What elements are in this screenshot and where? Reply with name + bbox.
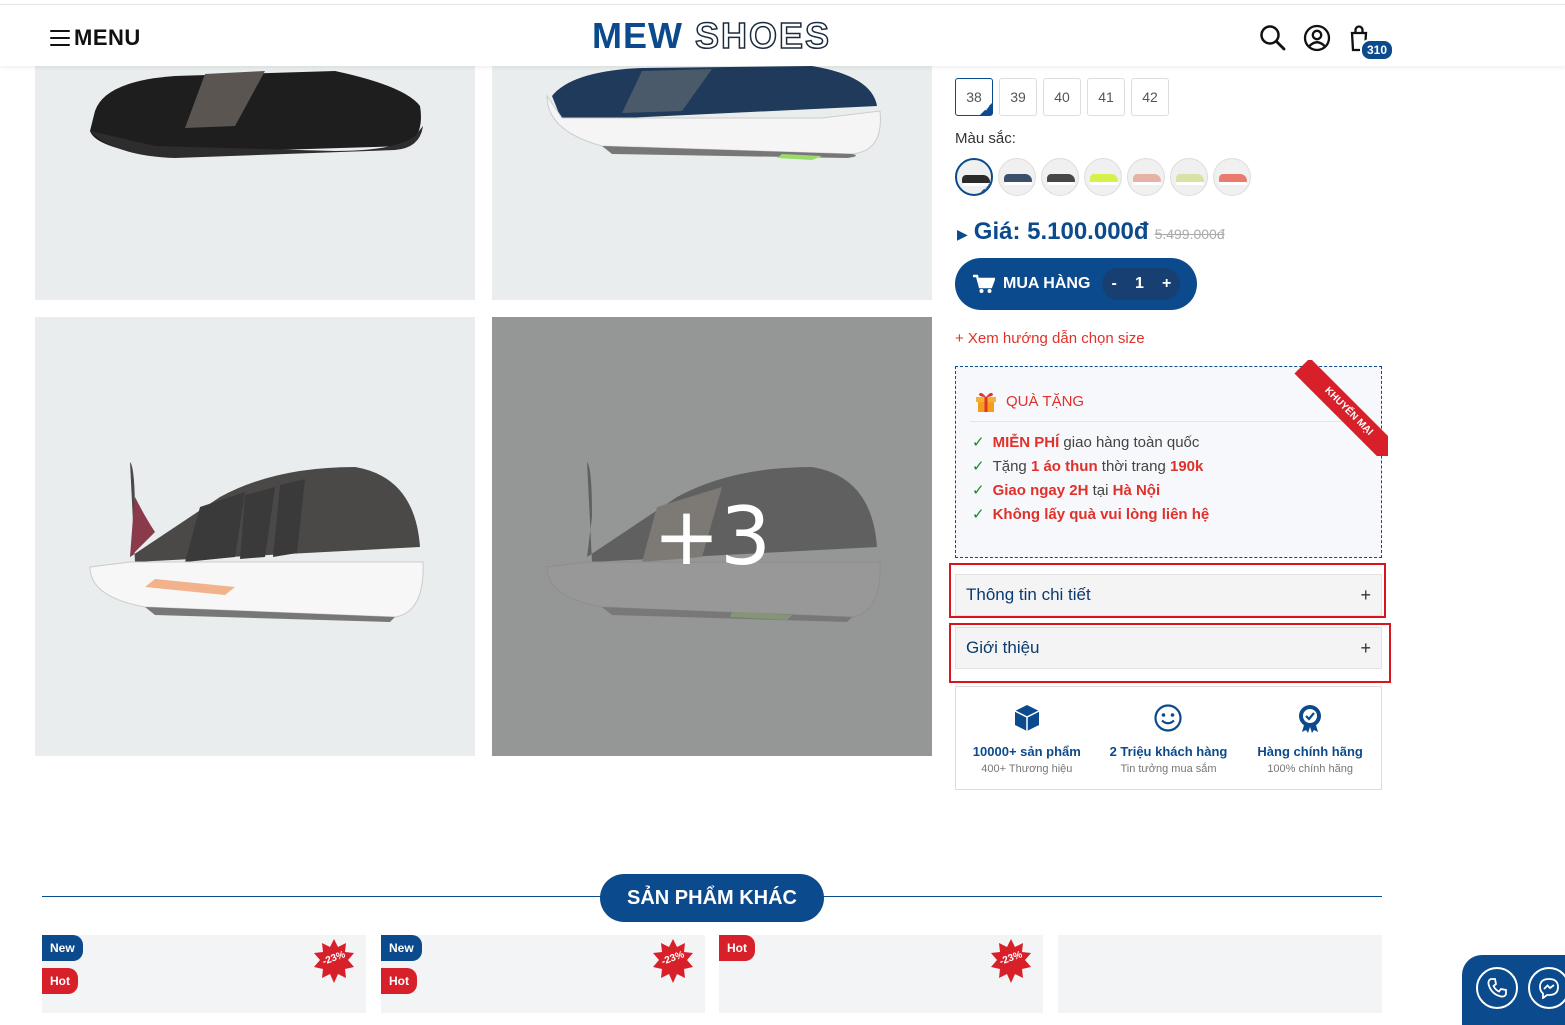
badge-new: New <box>381 935 422 961</box>
hamburger-icon <box>50 30 70 46</box>
related-product-card[interactable]: New Hot -23% <box>42 935 366 1013</box>
related-product-card[interactable]: Hot -23% <box>719 935 1043 1013</box>
cart-icon[interactable]: 310 <box>1346 23 1395 61</box>
color-selector <box>955 158 1251 196</box>
cart-icon <box>973 274 995 293</box>
related-products-title: SẢN PHẨM KHÁC <box>600 874 824 922</box>
color-label: Màu sắc: <box>955 130 1016 147</box>
menu-label: MENU <box>74 25 141 50</box>
caret-right-icon: ▶ <box>957 226 968 242</box>
shoe-image-black <box>90 71 423 158</box>
color-swatch-5[interactable] <box>1127 158 1165 196</box>
size-selector: 38 39 40 41 42 <box>955 78 1169 116</box>
gift-title: QUÀ TẶNG <box>1006 392 1085 410</box>
color-swatch-2[interactable] <box>998 158 1036 196</box>
promo-ribbon-label: KHUYẾN MẠI <box>1294 360 1388 456</box>
color-swatch-6[interactable] <box>1170 158 1208 196</box>
qty-decrease-button[interactable]: - <box>1111 275 1116 293</box>
box-icon <box>1014 705 1040 731</box>
buy-button[interactable]: MUA HÀNG - 1 + <box>955 258 1197 310</box>
related-product-card[interactable]: New Hot -23% <box>381 935 705 1013</box>
floating-contact-bar <box>1462 955 1565 1025</box>
site-header: MENU MEW SHOES 310 <box>0 4 1565 66</box>
product-image-3[interactable] <box>35 317 475 756</box>
qty-value[interactable]: 1 <box>1135 275 1144 293</box>
price-row: ▶ Giá: 5.100.000đ 5.499.000đ <box>957 218 1225 246</box>
discount-badge: -23% <box>312 939 356 983</box>
shoe-image-grey <box>89 462 424 622</box>
feature-authentic: Hàng chính hãng 100% chính hãng <box>1240 703 1380 789</box>
gift-header: QUÀ TẶNG <box>974 389 1084 413</box>
gift-item: ✓ Tặng 1 áo thun thời trang 190k <box>972 458 1204 475</box>
badge-hot: Hot <box>719 935 755 961</box>
selected-check-icon <box>979 182 991 194</box>
buy-label: MUA HÀNG <box>1003 275 1091 292</box>
search-icon[interactable] <box>1258 23 1288 53</box>
qty-increase-button[interactable]: + <box>1162 275 1171 293</box>
header-icons: 310 <box>1258 23 1395 61</box>
badge-icon <box>1299 705 1322 733</box>
highlight-box-details <box>949 563 1386 618</box>
promo-ribbon: KHUYẾN MẠI <box>1292 360 1388 456</box>
shoe-image-navy <box>546 66 881 160</box>
badge-hot: Hot <box>381 968 417 994</box>
size-option-40[interactable]: 40 <box>1043 78 1081 116</box>
product-image-1[interactable] <box>35 66 475 300</box>
features-strip: 10000+ sản phẩm 400+ Thương hiệu 2 Triệu… <box>955 686 1382 790</box>
smile-icon <box>1154 704 1183 732</box>
gift-item: ✓ Giao ngay 2H tại Hà Nội <box>972 482 1161 499</box>
gift-item: ✓ MIỄN PHÍ giao hàng toàn quốc <box>972 434 1200 451</box>
site-logo[interactable]: MEW SHOES <box>592 14 832 57</box>
selected-check-icon <box>980 103 992 115</box>
price-current: Giá: 5.100.000đ <box>973 218 1149 245</box>
discount-badge: -23% <box>989 939 1033 983</box>
size-option-39[interactable]: 39 <box>999 78 1037 116</box>
gift-icon <box>976 392 996 412</box>
size-option-42[interactable]: 42 <box>1131 78 1169 116</box>
badge-hot: Hot <box>42 968 78 994</box>
badge-new: New <box>42 935 83 961</box>
feature-products: 10000+ sản phẩm 400+ Thương hiệu <box>957 703 1097 789</box>
gift-list: ✓ MIỄN PHÍ giao hàng toàn quốc ✓ Tặng 1 áo… <box>972 431 1209 527</box>
cart-count-badge: 310 <box>1360 39 1395 61</box>
quantity-stepper: - 1 + <box>1102 268 1181 300</box>
color-swatch-7[interactable] <box>1213 158 1251 196</box>
color-swatch-4[interactable] <box>1084 158 1122 196</box>
size-option-41[interactable]: 41 <box>1087 78 1125 116</box>
more-images-overlay[interactable]: +3 <box>492 317 932 756</box>
product-image-2[interactable] <box>492 66 932 300</box>
price-old: 5.499.000đ <box>1154 226 1225 242</box>
highlight-box-intro <box>949 623 1391 683</box>
logo-shoes: SHOES <box>694 14 832 57</box>
logo-mew: MEW <box>592 15 683 56</box>
menu-button[interactable]: MENU <box>50 25 141 51</box>
size-option-38[interactable]: 38 <box>955 78 993 116</box>
feature-customers: 2 Triệu khách hàng Tin tưởng mua sắm <box>1098 703 1238 789</box>
discount-badge: -23% <box>651 939 695 983</box>
related-product-card[interactable] <box>1058 935 1382 1013</box>
account-icon[interactable] <box>1302 23 1332 53</box>
messenger-icon[interactable] <box>1528 967 1565 1009</box>
color-swatch-1[interactable] <box>955 158 993 196</box>
color-swatch-3[interactable] <box>1041 158 1079 196</box>
product-image-4-more[interactable]: +3 <box>492 317 932 756</box>
more-images-count: +3 <box>653 490 771 583</box>
gift-item: ✓ Không lấy quà vui lòng liên hệ <box>972 506 1210 523</box>
size-guide-link[interactable]: + Xem hướng dẫn chọn size <box>955 330 1145 347</box>
phone-icon[interactable] <box>1476 967 1518 1009</box>
